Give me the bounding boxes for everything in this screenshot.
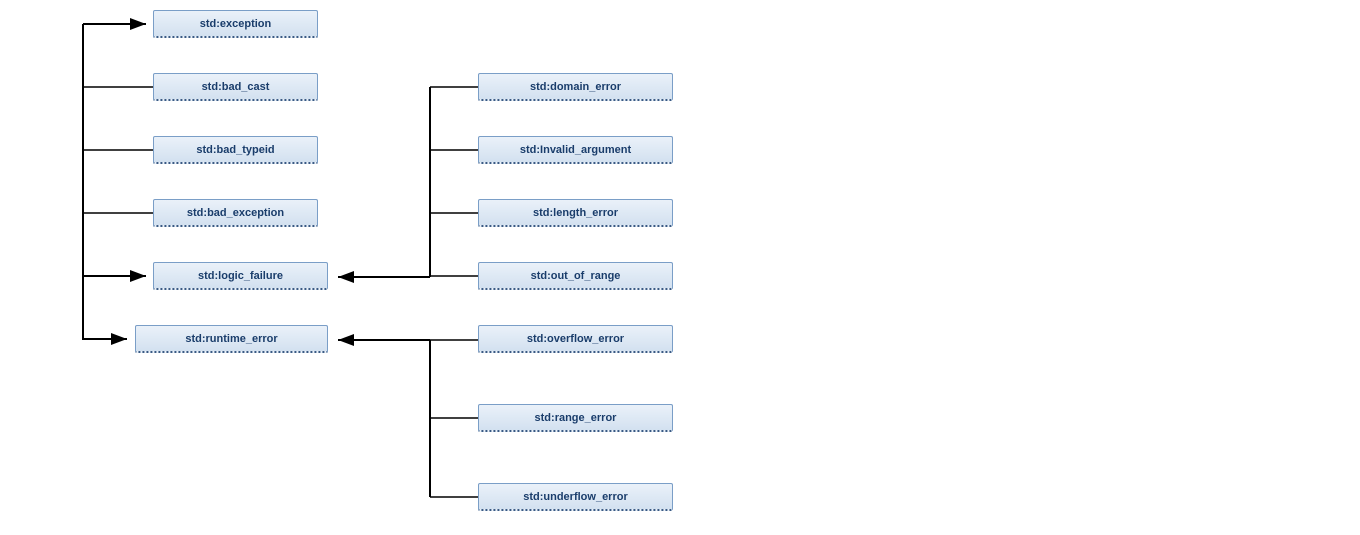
node-label: std:range_error (535, 412, 617, 424)
node-std-length-error: std:length_error (478, 199, 673, 227)
node-label: std:bad_exception (187, 207, 284, 219)
node-std-domain-error: std:domain_error (478, 73, 673, 101)
node-std-runtime-error: std:runtime_error (135, 325, 328, 353)
exception-hierarchy-diagram: std:exception std:bad_cast std:bad_typei… (0, 0, 1360, 535)
node-label: std:runtime_error (185, 333, 277, 345)
node-std-underflow-error: std:underflow_error (478, 483, 673, 511)
node-label: std:logic_failure (198, 270, 283, 282)
node-std-bad-typeid: std:bad_typeid (153, 136, 318, 164)
node-label: std:overflow_error (527, 333, 624, 345)
node-std-bad-exception: std:bad_exception (153, 199, 318, 227)
node-label: std:out_of_range (531, 270, 621, 282)
node-label: std:underflow_error (523, 491, 628, 503)
node-std-out-of-range: std:out_of_range (478, 262, 673, 290)
node-std-exception: std:exception (153, 10, 318, 38)
node-std-invalid-argument: std:Invalid_argument (478, 136, 673, 164)
node-std-bad-cast: std:bad_cast (153, 73, 318, 101)
node-label: std:exception (200, 18, 272, 30)
node-label: std:bad_cast (202, 81, 270, 93)
node-std-logic-failure: std:logic_failure (153, 262, 328, 290)
node-label: std:Invalid_argument (520, 144, 631, 156)
node-std-overflow-error: std:overflow_error (478, 325, 673, 353)
node-label: std:bad_typeid (196, 144, 274, 156)
node-label: std:length_error (533, 207, 618, 219)
node-std-range-error: std:range_error (478, 404, 673, 432)
node-label: std:domain_error (530, 81, 621, 93)
